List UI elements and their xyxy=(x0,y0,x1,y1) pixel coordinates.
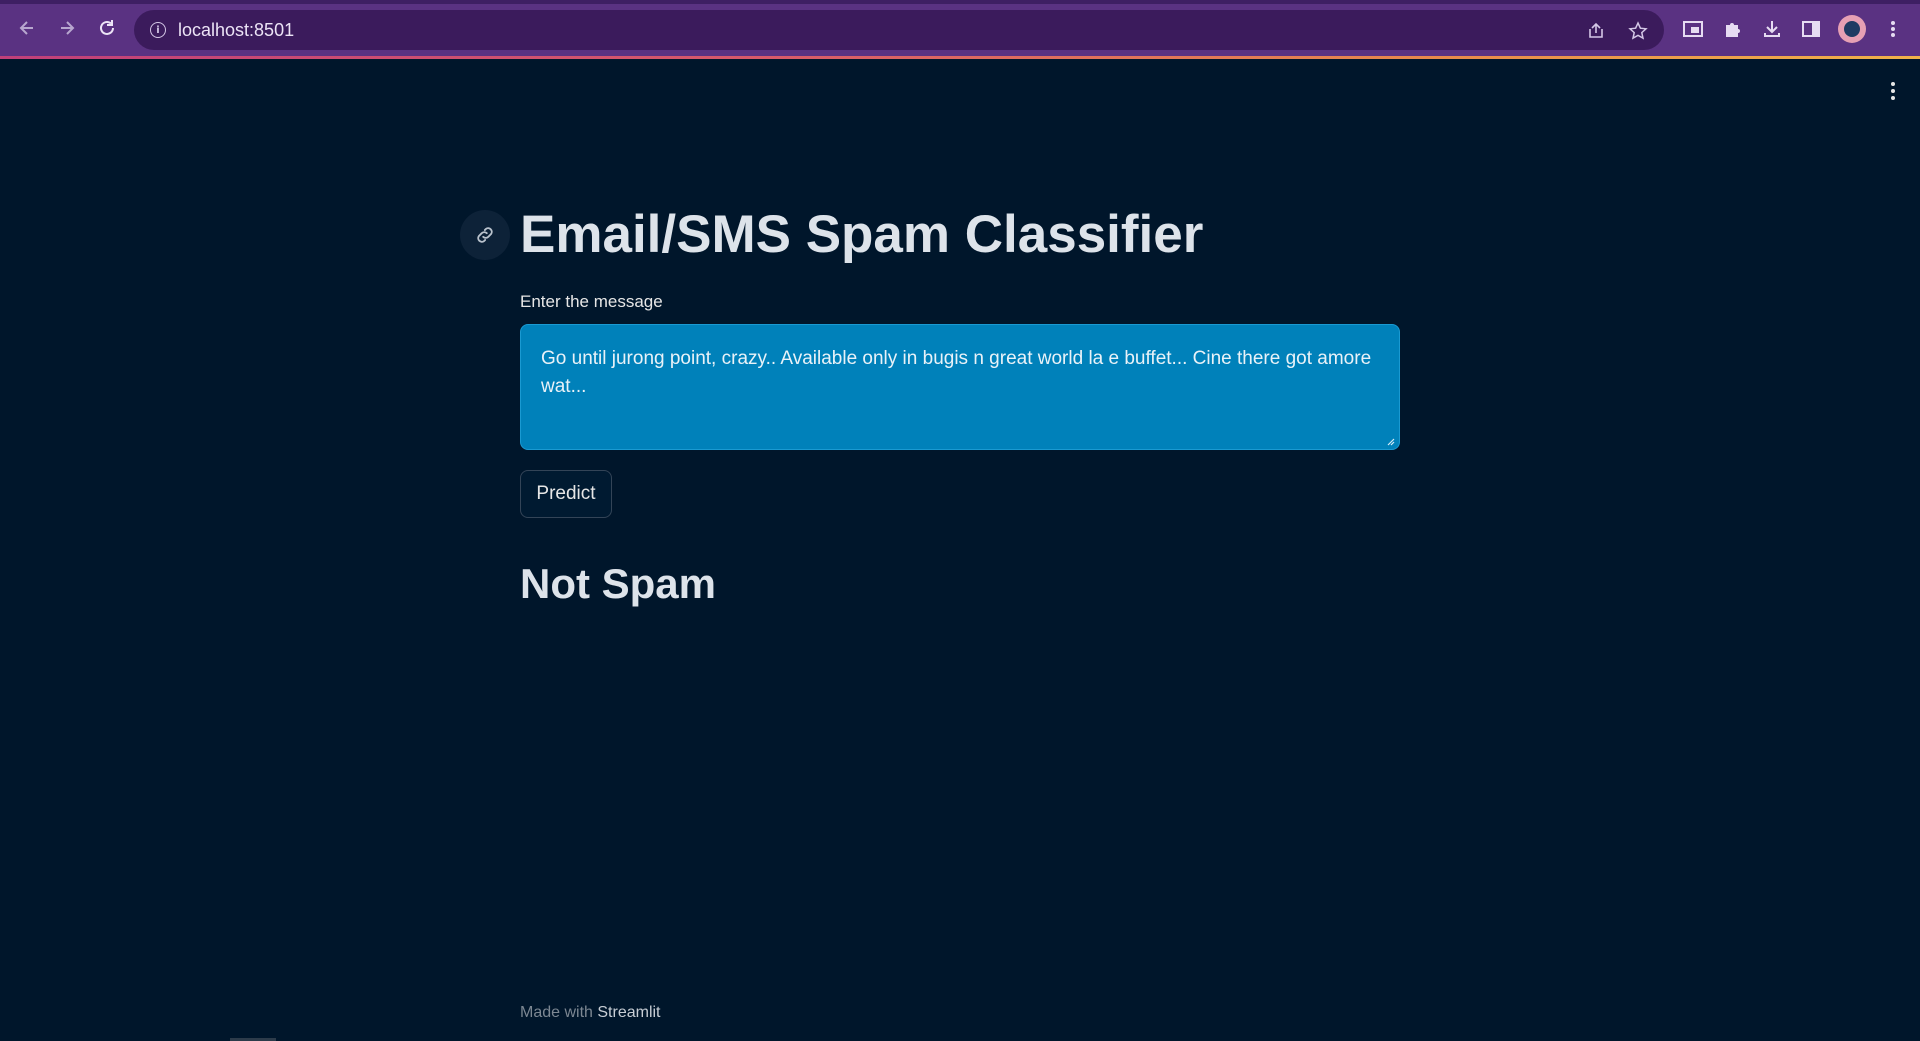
resize-handle-icon[interactable] xyxy=(1385,436,1395,446)
back-button[interactable] xyxy=(13,14,41,42)
avatar-image xyxy=(1844,21,1860,37)
message-textarea-value[interactable]: Go until jurong point, crazy.. Available… xyxy=(541,345,1379,401)
message-input-label: Enter the message xyxy=(520,292,663,311)
dot xyxy=(1891,89,1895,93)
address-url[interactable]: localhost:8501 xyxy=(178,20,294,41)
dot xyxy=(1891,82,1895,86)
puzzle-icon[interactable] xyxy=(1719,16,1745,42)
arrow-right-icon xyxy=(61,21,75,35)
arrow-left-icon xyxy=(19,21,33,35)
predict-button[interactable]: Predict xyxy=(520,470,612,518)
profile-avatar[interactable] xyxy=(1838,15,1866,43)
app-main-menu-button[interactable] xyxy=(1880,78,1906,104)
address-bar[interactable]: i localhost:8501 xyxy=(134,10,1664,50)
app-main-content: Email/SMS Spam Classifier Enter the mess… xyxy=(460,200,1400,607)
side-panel-icon[interactable] xyxy=(1798,16,1824,42)
streamlit-link[interactable]: Streamlit xyxy=(597,1004,660,1021)
share-icon[interactable] xyxy=(1584,19,1608,43)
omnibox-actions xyxy=(1584,19,1650,43)
header-anchor-link[interactable] xyxy=(460,210,510,260)
tab-strip xyxy=(0,0,1920,4)
info-icon[interactable]: i xyxy=(150,22,166,38)
reload-icon xyxy=(100,20,114,35)
star-icon[interactable] xyxy=(1626,19,1650,43)
link-icon xyxy=(477,227,493,243)
footer: Made with Streamlit xyxy=(520,1004,661,1022)
page-title: Email/SMS Spam Classifier xyxy=(520,205,1204,264)
vertical-dots-icon[interactable] xyxy=(1880,16,1906,42)
message-textarea[interactable]: Go until jurong point, crazy.. Available… xyxy=(520,324,1400,450)
picture-in-picture-icon[interactable] xyxy=(1680,16,1706,42)
forward-button[interactable] xyxy=(53,14,81,42)
footer-prefix: Made with xyxy=(520,1004,593,1021)
prediction-result: Not Spam xyxy=(520,560,717,607)
browser-toolbar: i localhost:8501 xyxy=(0,0,1920,58)
download-icon[interactable] xyxy=(1759,16,1785,42)
chrome-accent-bar xyxy=(0,56,1920,59)
reload-button[interactable] xyxy=(93,14,121,42)
dot xyxy=(1891,96,1895,100)
title-row: Email/SMS Spam Classifier xyxy=(460,200,1400,270)
